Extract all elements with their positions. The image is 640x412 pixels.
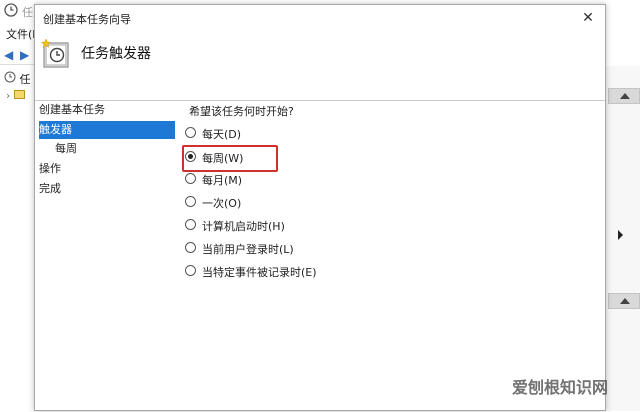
close-icon[interactable]: ✕	[577, 8, 599, 28]
radio-button[interactable]	[185, 196, 196, 207]
background-right-pane	[604, 0, 640, 411]
triangle-up-icon	[620, 298, 630, 304]
step-action[interactable]: 操作	[39, 160, 175, 178]
tree-item-root[interactable]: 任	[4, 71, 31, 87]
back-arrow-icon[interactable]: ◀	[4, 48, 13, 62]
background-window-title: 任	[22, 6, 33, 19]
forward-arrow-icon[interactable]: ▶	[20, 48, 29, 62]
tree-item-child[interactable]: ›	[6, 89, 25, 102]
watermark-text: 爱刨根知识网	[512, 378, 609, 397]
radio-button[interactable]	[185, 265, 196, 276]
tree-item-label: 任	[19, 73, 31, 86]
radio-user-logon[interactable]: 当前用户登录时(L)	[185, 238, 345, 258]
step-finish[interactable]: 完成	[39, 180, 175, 198]
collapse-button[interactable]	[608, 88, 640, 104]
radio-label: 一次(O)	[202, 197, 242, 210]
clock-icon	[4, 3, 18, 20]
step-label: 完成	[39, 182, 61, 195]
background-tree: 任 ›	[0, 64, 36, 412]
wizard-steps: 创建基本任务 触发器 每周 操作 完成	[35, 101, 175, 411]
radio-button[interactable]	[185, 127, 196, 138]
radio-label: 计算机启动时(H)	[202, 220, 285, 233]
step-label: 创建基本任务	[39, 103, 105, 116]
radio-event-logged[interactable]: 当特定事件被记录时(E)	[185, 261, 345, 281]
radio-daily[interactable]: 每天(D)	[185, 123, 345, 143]
task-wizard-icon	[40, 37, 72, 72]
collapse-button-2[interactable]	[608, 293, 640, 309]
create-basic-task-wizard: 创建基本任务向导 ✕ 任务触发器 创建基本任务 触发器 每周 操作 完成 希望该…	[34, 4, 606, 411]
radio-label: 当特定事件被记录时(E)	[202, 266, 317, 279]
radio-label: 当前用户登录时(L)	[202, 243, 294, 256]
radio-button[interactable]	[185, 219, 196, 230]
step-label: 操作	[39, 162, 61, 175]
triangle-up-icon	[620, 93, 630, 99]
clock-icon	[4, 71, 16, 83]
radio-once[interactable]: 一次(O)	[185, 192, 345, 212]
radio-monthly[interactable]: 每月(M)	[185, 169, 345, 189]
dialog-header: 任务触发器	[35, 31, 605, 101]
radio-label: 每月(M)	[202, 174, 243, 187]
step-trigger[interactable]: 触发器	[39, 121, 175, 139]
chevron-right-icon[interactable]: ›	[6, 89, 10, 102]
trigger-question: 希望该任务何时开始?	[189, 105, 294, 118]
step-label: 触发器	[39, 123, 72, 136]
radio-button[interactable]	[185, 173, 196, 184]
annotation-highlight-box	[182, 145, 278, 172]
step-weekly[interactable]: 每周	[55, 140, 175, 158]
radio-label: 每天(D)	[202, 128, 242, 141]
dialog-titlebar: 创建基本任务向导 ✕	[35, 5, 605, 31]
header-title: 任务触发器	[81, 46, 151, 62]
radio-button[interactable]	[185, 242, 196, 253]
folder-icon	[13, 90, 25, 99]
dialog-title: 创建基本任务向导	[43, 13, 131, 26]
radio-computer-start[interactable]: 计算机启动时(H)	[185, 215, 345, 235]
submenu-arrow-icon[interactable]	[618, 230, 623, 240]
step-label: 每周	[55, 142, 77, 155]
step-create-basic-task[interactable]: 创建基本任务	[39, 101, 175, 119]
